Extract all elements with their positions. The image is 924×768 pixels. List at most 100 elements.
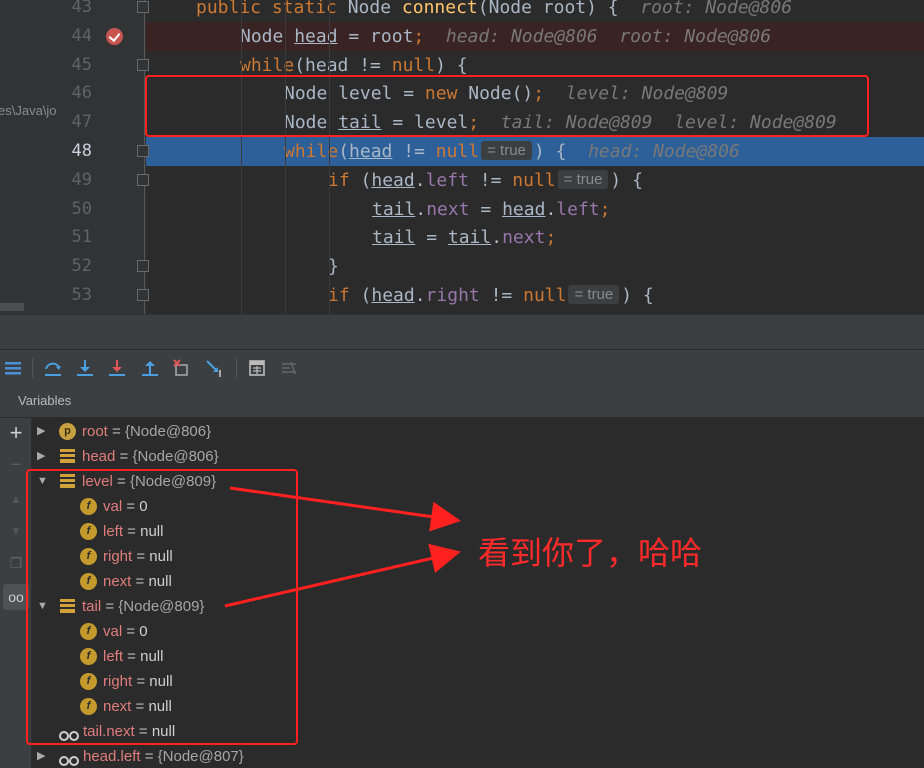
code-token: left xyxy=(425,169,469,191)
variables-title: Variables xyxy=(18,393,72,408)
code-line[interactable]: 44 Node head = root; head: Node@806 root:… xyxy=(0,21,924,51)
breakpoint-icon[interactable] xyxy=(106,27,123,45)
code-token: right xyxy=(425,285,480,306)
code-text: while(head != null = true) { head: Node@8… xyxy=(284,137,740,166)
remove-watch-icon[interactable]: − xyxy=(7,455,25,475)
code-token: ( xyxy=(360,169,372,191)
parameter-icon: p xyxy=(59,423,76,440)
line-number[interactable]: 45 xyxy=(64,51,92,80)
panel-splitter[interactable] xyxy=(0,314,924,349)
code-editor[interactable]: es\Java\jo 43 public static Node connect(… xyxy=(0,0,924,314)
code-text: tail = tail.next; xyxy=(372,223,556,252)
code-line[interactable]: 43 public static Node connect(Node root) … xyxy=(0,0,924,22)
code-token: ( xyxy=(294,54,306,76)
line-number[interactable]: 50 xyxy=(64,195,92,224)
line-number[interactable]: 51 xyxy=(64,223,92,252)
inline-debug-value: head: Node@806 root: Node@806 xyxy=(424,25,772,47)
line-number[interactable]: 48 xyxy=(64,137,92,166)
move-up-icon[interactable]: ▲ xyxy=(7,490,25,508)
line-number[interactable]: 43 xyxy=(64,0,92,22)
inline-debug-value: head: Node@806 xyxy=(588,141,740,162)
expand-arrow-icon[interactable]: ▶ xyxy=(37,444,49,469)
fold-marker-icon[interactable] xyxy=(137,58,149,71)
code-line[interactable]: 50 tail.next = head.left; xyxy=(0,195,924,224)
copy-icon[interactable]: ❐ xyxy=(7,554,25,572)
step-over-icon[interactable] xyxy=(43,358,63,378)
expand-arrow-icon[interactable]: ▶ xyxy=(37,744,49,768)
code-token: ( xyxy=(338,141,350,162)
line-number[interactable]: 47 xyxy=(64,108,92,137)
equals-sign: = xyxy=(115,448,133,465)
fold-marker-icon[interactable] xyxy=(137,1,149,13)
variable-name: head.left xyxy=(83,748,141,765)
code-line[interactable]: 52} xyxy=(0,252,924,281)
annotation-text: 看到你了，哈哈 xyxy=(478,534,703,572)
expand-arrow-icon[interactable]: ▶ xyxy=(37,419,49,444)
code-line[interactable]: 53 if (head.right != null = true) { xyxy=(0,281,924,310)
step-into-icon[interactable] xyxy=(75,358,95,378)
line-number[interactable]: 53 xyxy=(64,281,92,310)
line-number[interactable]: 44 xyxy=(64,22,92,51)
variable-row[interactable]: ▶ p root = {Node@806} xyxy=(32,419,892,444)
code-token: . xyxy=(545,198,557,220)
line-number[interactable]: 46 xyxy=(64,79,92,108)
code-token: . xyxy=(414,285,426,306)
fold-marker-icon[interactable] xyxy=(137,289,149,301)
equals-sign: = xyxy=(107,423,125,440)
code-token: null xyxy=(391,54,436,76)
fold-marker-icon[interactable] xyxy=(137,260,149,273)
indent-guide xyxy=(285,0,286,314)
code-token: ( xyxy=(360,285,372,306)
variable-value: {Node@806} xyxy=(124,423,212,440)
debug-toolbar xyxy=(0,349,924,384)
fold-marker-icon[interactable] xyxy=(137,145,149,157)
code-token: while xyxy=(240,54,295,76)
code-token: ; xyxy=(413,25,425,47)
move-down-icon[interactable]: ▼ xyxy=(7,522,25,540)
step-out-icon[interactable] xyxy=(140,358,160,378)
code-token: ) { xyxy=(621,285,654,306)
inline-value-hint: = true xyxy=(568,285,620,304)
code-token: next xyxy=(502,227,546,249)
code-token: . xyxy=(415,198,427,220)
code-token: ) { xyxy=(435,54,468,76)
frames-list-icon[interactable] xyxy=(3,358,23,378)
code-token: = root xyxy=(337,25,414,47)
code-text: if (head.left != null = true) { xyxy=(328,166,643,195)
run-to-cursor-icon[interactable] xyxy=(205,358,225,378)
line-number[interactable]: 52 xyxy=(64,252,92,281)
code-text: if (head.right != null = true) { xyxy=(328,281,654,310)
trace-stream-icon[interactable] xyxy=(279,358,299,378)
add-watch-icon[interactable]: + xyxy=(7,422,25,444)
equals-sign: = xyxy=(140,748,158,765)
force-step-into-icon[interactable] xyxy=(107,358,127,378)
evaluate-expression-icon[interactable] xyxy=(247,358,267,378)
variable-value: {Node@806} xyxy=(132,448,219,465)
code-line[interactable]: 48 while(head != null = true) { head: Node… xyxy=(0,137,924,166)
code-token: ) { xyxy=(610,169,643,191)
code-token: connect xyxy=(401,0,478,18)
code-token: head != xyxy=(305,54,392,76)
code-line[interactable]: 51 tail = tail.next; xyxy=(0,223,924,252)
code-token: head xyxy=(371,169,415,191)
code-token: . xyxy=(491,227,503,249)
code-token: ; xyxy=(599,198,611,220)
code-token: public static xyxy=(196,0,348,18)
local-variable-icon xyxy=(60,449,75,463)
variable-value: {Node@807} xyxy=(157,748,244,765)
code-token: (Node root) { xyxy=(477,0,641,18)
watch-icon xyxy=(59,750,79,766)
drop-frame-icon[interactable] xyxy=(172,358,192,378)
highlight-box-variables xyxy=(26,469,298,745)
highlight-box-code xyxy=(145,75,869,137)
code-token: head xyxy=(294,25,338,47)
inline-debug-value: root: Node@806 xyxy=(640,0,793,18)
code-token: head xyxy=(371,285,415,306)
line-number[interactable]: 49 xyxy=(64,166,92,195)
code-token: . xyxy=(414,169,426,191)
variable-row[interactable]: ▶ head = {Node@806} xyxy=(32,444,892,469)
code-line[interactable]: 49 if (head.left != null = true) { xyxy=(0,166,924,195)
fold-marker-icon[interactable] xyxy=(137,173,149,186)
variable-row[interactable]: ▶ head.left = {Node@807} xyxy=(32,744,892,768)
code-token: null xyxy=(512,169,556,191)
